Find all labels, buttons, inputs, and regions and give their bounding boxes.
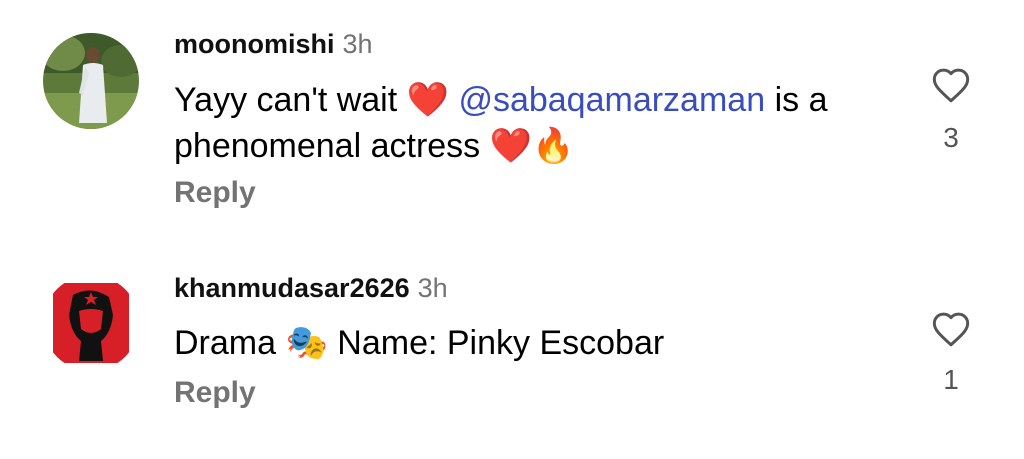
like-button[interactable] [926,310,976,348]
heart-emoji: ❤️ [406,81,449,119]
heart-outline-icon [932,312,970,347]
like-button[interactable] [926,66,976,104]
username[interactable]: khanmudasar2626 [174,273,410,303]
reply-button[interactable]: Reply [174,176,256,210]
comment-header: moonomishi 3h [174,28,373,60]
timestamp: 3h [342,29,373,59]
comment-text: Drama 🎭 Name: Pinky Escobar [174,320,894,366]
username[interactable]: moonomishi [174,29,335,59]
avatar-photo [43,33,139,129]
mention-link[interactable]: @sabaqamarzaman [458,81,765,119]
avatar-photo [43,275,139,371]
reply-button[interactable]: Reply [174,376,256,410]
avatar[interactable] [43,275,139,371]
heart-emoji: ❤️ [489,127,532,165]
comment-text-part: Drama [174,324,277,362]
comment-text: Yayy can't wait ❤️ @sabaqamarzaman is a … [174,77,894,169]
heart-outline-icon [932,68,970,103]
avatar[interactable] [43,33,139,129]
comment-text-part: Name: Pinky Escobar [337,324,665,362]
fire-emoji: 🔥 [531,127,575,165]
like-count: 1 [943,364,959,395]
like-count: 3 [943,122,959,153]
timestamp: 3h [417,273,448,303]
comment-text-part: Yayy can't wait [174,81,398,119]
comment-header: khanmudasar2626 3h [174,272,448,304]
performing-arts-emoji: 🎭 [285,324,328,362]
